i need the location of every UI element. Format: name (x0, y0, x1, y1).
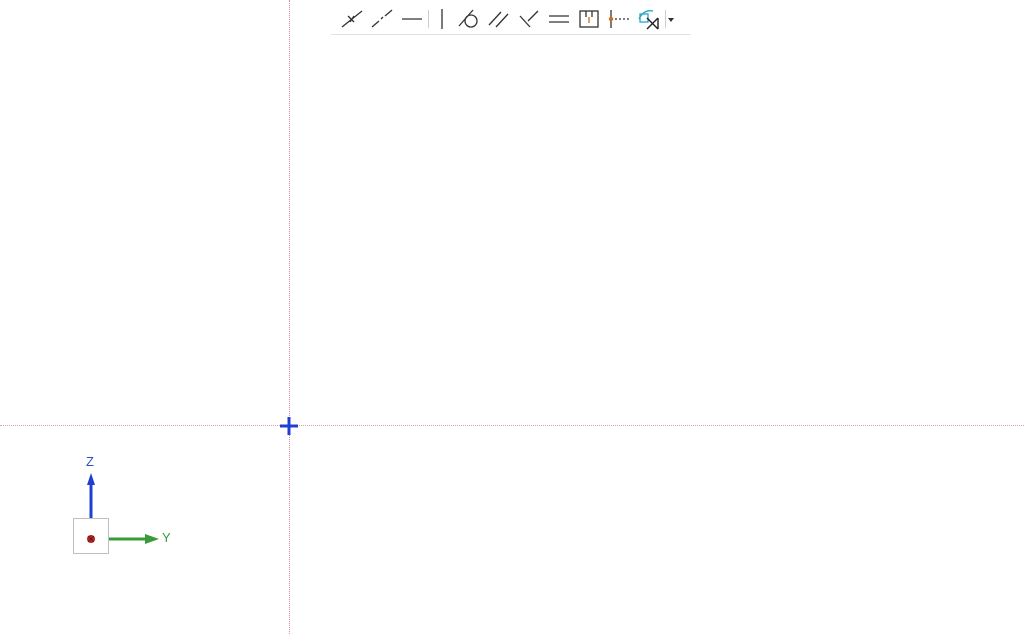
tangent-constraint-button[interactable] (454, 5, 484, 33)
chevron-down-icon (668, 9, 674, 27)
coincident-icon (339, 7, 365, 31)
toolbar-separator (665, 10, 666, 28)
equal-constraint-button[interactable] (544, 5, 574, 33)
triad-y-label: Y (162, 530, 171, 545)
view-triad[interactable]: Z Y (62, 448, 192, 568)
origin-marker-icon[interactable] (279, 416, 299, 436)
show-constraints-icon (636, 7, 662, 31)
toolbar-overflow-button[interactable] (667, 5, 675, 33)
perpendicular-icon (516, 7, 542, 31)
y-axis-arrow-icon (109, 531, 159, 544)
sketch-canvas[interactable]: Z Y (0, 0, 1024, 634)
parallel-icon (486, 7, 512, 31)
constraint-toolbar (331, 4, 691, 35)
show-constraints-button[interactable] (634, 5, 664, 33)
fix-constraint-button[interactable] (574, 5, 604, 33)
vertical-axis-line (289, 0, 290, 634)
equal-icon (546, 7, 572, 31)
fix-icon (576, 7, 602, 31)
horizontal-axis-line (0, 425, 1024, 426)
collinear-constraint-button[interactable] (367, 5, 397, 33)
horizontal-icon (399, 7, 425, 31)
midpoint-constraint-button[interactable] (604, 5, 634, 33)
perpendicular-constraint-button[interactable] (514, 5, 544, 33)
coincident-constraint-button[interactable] (337, 5, 367, 33)
parallel-constraint-button[interactable] (484, 5, 514, 33)
triad-z-label: Z (86, 454, 94, 469)
collinear-icon (369, 7, 395, 31)
triad-x-axis-point-icon (86, 531, 96, 543)
toolbar-separator (428, 10, 429, 28)
z-axis-arrow-icon (87, 473, 95, 519)
vertical-icon (432, 7, 452, 31)
midpoint-icon (606, 7, 632, 31)
tangent-icon (456, 7, 482, 31)
vertical-constraint-button[interactable] (430, 5, 454, 33)
horizontal-constraint-button[interactable] (397, 5, 427, 33)
